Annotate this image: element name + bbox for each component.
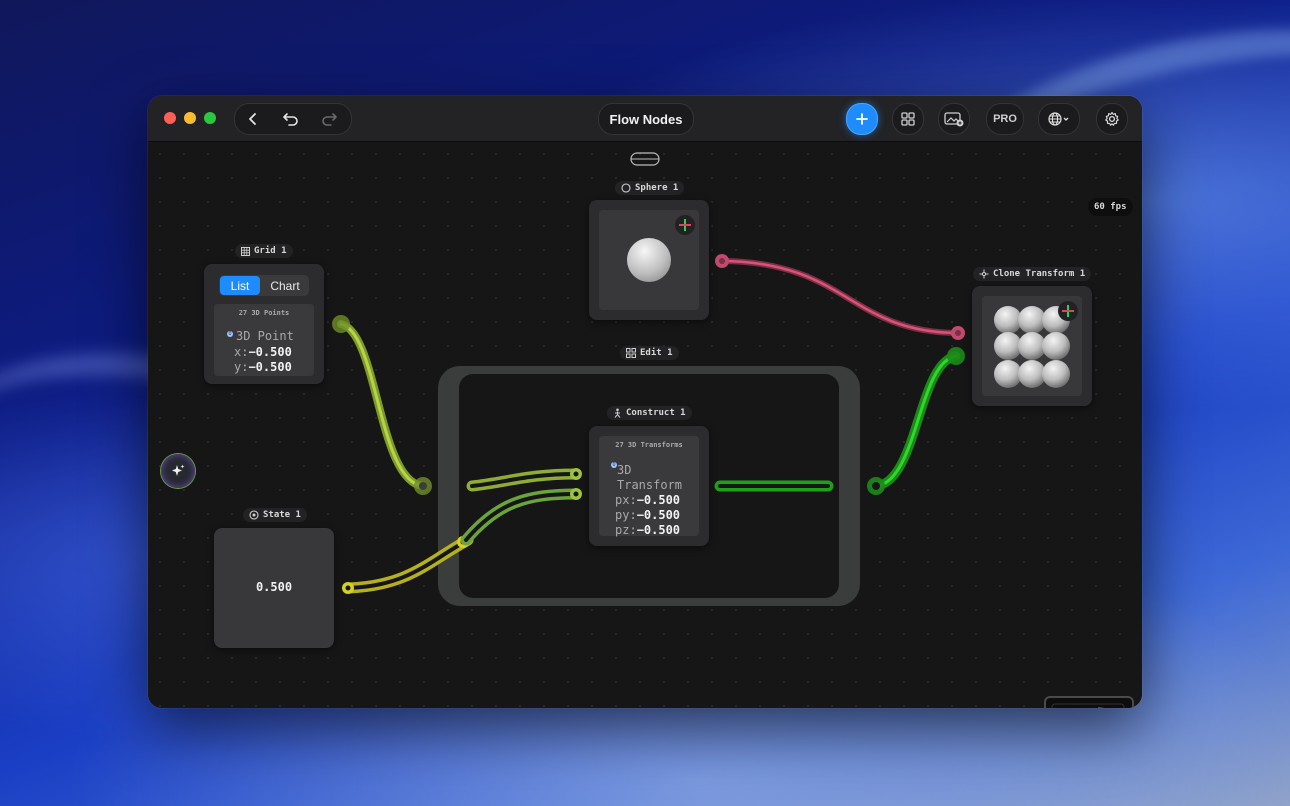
px-key: px:	[615, 493, 637, 507]
plus-icon	[856, 113, 868, 125]
settings-button[interactable]	[1096, 103, 1128, 135]
table-icon	[241, 246, 250, 256]
sphere-preview	[599, 210, 699, 310]
grid-count-label: 27 3D Points	[238, 309, 290, 317]
state-node-title: State 1	[263, 510, 301, 520]
grid-node-title: Grid 1	[254, 246, 287, 256]
grid-view-button[interactable]	[892, 103, 924, 135]
x-key: x:	[234, 345, 249, 359]
sphere-node[interactable]	[589, 200, 709, 320]
wire-state-to-edit	[342, 534, 474, 594]
gizmo-icon[interactable]	[1058, 301, 1078, 321]
close-window-button[interactable]	[164, 112, 176, 124]
x-value: −0.500	[248, 345, 292, 359]
pro-button[interactable]: PRO	[986, 103, 1024, 135]
state-value[interactable]: 0.500	[214, 580, 334, 594]
construct-count-label: 27 3D Transforms	[615, 441, 683, 449]
state-node-label[interactable]: State 1	[243, 508, 307, 522]
grid-y-row: y:−0.500	[234, 360, 292, 374]
minimap[interactable]	[1044, 696, 1134, 708]
move-icon	[979, 269, 989, 279]
grid-node-label[interactable]: Grid 1	[235, 244, 293, 258]
y-value: −0.500	[248, 360, 292, 374]
grid-x-row: x:−0.500	[234, 345, 292, 359]
index-badge: 0	[227, 331, 233, 337]
add-node-button[interactable]	[846, 103, 878, 135]
chevron-left-icon	[249, 113, 256, 125]
port-clone-in-2	[947, 347, 965, 365]
undo-icon	[283, 113, 298, 126]
grid-item-type: 3D Point	[236, 329, 294, 343]
window-title[interactable]: Flow Nodes	[598, 103, 694, 135]
grid-icon	[901, 112, 915, 126]
construct-node-title: Construct 1	[626, 408, 686, 418]
minimize-window-button[interactable]	[184, 112, 196, 124]
title-bar: Flow Nodes PRO	[148, 96, 1142, 142]
py-key: py:	[615, 508, 637, 522]
construct-preview: 27 3D Transforms 0 3D Transform px:−0.50…	[599, 436, 699, 537]
target-icon	[249, 510, 259, 520]
chart-tab[interactable]: Chart	[262, 276, 308, 295]
app-window: Flow Nodes PRO 60 fps Grid 1 List Chart …	[148, 96, 1142, 708]
navigation-group	[234, 103, 352, 135]
py-value: −0.500	[636, 508, 681, 522]
redo-icon	[322, 113, 337, 126]
circle-icon	[621, 183, 631, 193]
construct-item-type: 3D	[617, 463, 632, 477]
sphere-node-title: Sphere 1	[635, 183, 679, 193]
grid-node[interactable]: List Chart 27 3D Points 0 3D Point x:−0.…	[204, 264, 324, 384]
zoom-window-button[interactable]	[204, 112, 216, 124]
language-button[interactable]	[1038, 103, 1080, 135]
edit-node-title: Edit 1	[640, 348, 673, 358]
node-canvas[interactable]: 60 fps Grid 1 List Chart 27 3D Points 0 …	[148, 142, 1142, 708]
back-button[interactable]	[235, 104, 271, 134]
px-row: px:−0.500	[615, 493, 680, 507]
gizmo-icon[interactable]	[675, 215, 695, 235]
undo-button[interactable]	[273, 104, 309, 134]
grid-preview: 27 3D Points 0 3D Point x:−0.500 y:−0.50…	[214, 304, 314, 376]
construct-node-label[interactable]: Construct 1	[607, 406, 692, 420]
gear-icon	[1105, 111, 1119, 126]
clone-preview	[982, 296, 1082, 396]
globe-icon	[1048, 112, 1069, 126]
minimap-preview	[1051, 703, 1125, 708]
wire-sphere-to-clone	[719, 258, 961, 336]
y-key: y:	[234, 360, 249, 374]
construct-item-type-2: Transform	[617, 478, 683, 492]
sphere-node-label[interactable]: Sphere 1	[615, 181, 685, 195]
pz-key: pz:	[615, 523, 637, 537]
figure-icon	[614, 408, 621, 418]
pz-row: pz:−0.500	[615, 523, 680, 537]
port-grid-out	[332, 315, 350, 333]
pz-value: −0.500	[636, 523, 681, 537]
sparkle-icon	[172, 464, 185, 476]
ai-assist-button[interactable]	[161, 454, 195, 488]
photo-add-icon	[944, 112, 964, 127]
py-row: py:−0.500	[615, 508, 680, 522]
edit-node-label[interactable]: Edit 1	[620, 346, 679, 360]
media-button[interactable]	[938, 103, 970, 135]
wire-edit-to-clone	[871, 351, 961, 491]
clone-transform-node[interactable]	[972, 286, 1092, 406]
state-node[interactable]: 0.500	[214, 528, 334, 648]
wire-grid-to-edit	[337, 320, 427, 490]
grid-icon	[626, 348, 636, 358]
construct-node[interactable]: 27 3D Transforms 0 3D Transform px:−0.50…	[589, 426, 709, 546]
sphere-ball	[627, 238, 671, 282]
clone-node-label[interactable]: Clone Transform 1	[973, 267, 1092, 281]
redo-button[interactable]	[311, 104, 347, 134]
list-tab[interactable]: List	[220, 276, 260, 295]
px-value: −0.500	[636, 493, 681, 507]
view-mode-segmented-control: List Chart	[219, 275, 309, 296]
clone-node-title: Clone Transform 1	[993, 269, 1086, 279]
